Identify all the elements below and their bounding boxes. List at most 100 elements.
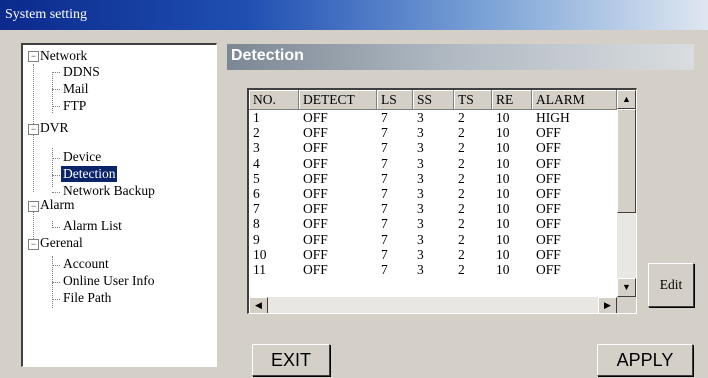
collapse-alarm-icon[interactable]: − <box>28 201 39 212</box>
detection-table[interactable]: NO. DETECT LS SS TS RE ALARM 1 OFF 7 3 2 10 HI… <box>247 88 637 314</box>
table-cell: 4 <box>253 155 260 171</box>
table-cell: OFF <box>303 170 328 186</box>
tree-connector <box>52 221 53 226</box>
table-cell: 10 <box>496 231 510 247</box>
tree-connector <box>52 148 53 187</box>
vertical-scrollbar[interactable]: ▲ ▼ <box>617 90 636 297</box>
table-cell: 10 <box>496 155 510 171</box>
column-header-no[interactable]: NO. <box>249 90 299 110</box>
table-cell: OFF <box>536 201 561 217</box>
horizontal-scrollbar[interactable]: ◀ ▶ <box>249 297 617 313</box>
scrollbar-corner <box>617 297 636 313</box>
collapse-network-icon[interactable]: − <box>28 51 39 62</box>
table-cell: OFF <box>536 262 561 277</box>
table-cell: 2 <box>458 262 465 277</box>
tree-node-alarm-list[interactable]: Alarm List <box>63 218 122 234</box>
scroll-left-icon[interactable]: ◀ <box>249 297 268 313</box>
tree-node-device[interactable]: Device <box>63 149 101 165</box>
table-cell: 7 <box>381 155 388 171</box>
table-row[interactable]: 4 OFF 7 3 2 10 OFF <box>249 155 617 171</box>
table-cell: 2 <box>458 170 465 186</box>
tree-node-detection[interactable]: Detection <box>61 166 118 182</box>
column-header-re[interactable]: RE <box>492 90 532 110</box>
collapse-dvr-icon[interactable]: − <box>28 124 39 135</box>
table-row[interactable]: 8 OFF 7 3 2 10 OFF <box>249 217 617 231</box>
tree-connector <box>52 299 60 300</box>
table-cell: OFF <box>303 140 328 156</box>
table-cell: OFF <box>303 216 328 232</box>
table-cell: OFF <box>536 186 561 201</box>
table-row[interactable]: 5 OFF 7 3 2 10 OFF <box>249 170 617 186</box>
table-cell: 7 <box>381 201 388 217</box>
column-header-ss[interactable]: SS <box>413 90 454 110</box>
tree-node-file-path[interactable]: File Path <box>63 290 111 306</box>
scroll-right-icon[interactable]: ▶ <box>598 297 617 313</box>
table-cell: 10 <box>253 246 267 262</box>
table-cell: 3 <box>417 186 424 201</box>
collapse-general-icon[interactable]: − <box>28 239 39 250</box>
table-row[interactable]: 3 OFF 7 3 2 10 OFF <box>249 141 617 155</box>
tree-node-ddns[interactable]: DDNS <box>63 64 100 80</box>
table-row[interactable]: 1 OFF 7 3 2 10 HIGH <box>249 111 617 125</box>
tree-node-network[interactable]: Network <box>40 48 87 64</box>
tree-node-mail[interactable]: Mail <box>63 81 89 97</box>
table-cell: 2 <box>458 231 465 247</box>
table-cell: 3 <box>417 231 424 247</box>
table-cell: 10 <box>496 201 510 217</box>
edit-button[interactable]: Edit <box>648 263 694 307</box>
table-cell: 7 <box>381 246 388 262</box>
table-cell: OFF <box>536 140 561 156</box>
table-cell: 2 <box>458 216 465 232</box>
table-cell: OFF <box>303 155 328 171</box>
panel-header: Detection <box>227 44 694 70</box>
tree-node-account[interactable]: Account <box>63 256 109 272</box>
vertical-scroll-thumb[interactable] <box>617 109 636 213</box>
table-cell: 1 <box>253 110 260 125</box>
table-row[interactable]: 6 OFF 7 3 2 10 OFF <box>249 187 617 201</box>
tree-node-ftp[interactable]: FTP <box>63 98 86 114</box>
column-header-alarm[interactable]: ALARM <box>532 90 617 110</box>
tree-node-alarm[interactable]: Alarm <box>40 197 75 213</box>
tree-connector <box>52 265 60 266</box>
scroll-up-icon[interactable]: ▲ <box>617 90 636 109</box>
table-cell: 7 <box>381 262 388 277</box>
table-cell: 2 <box>458 186 465 201</box>
apply-button[interactable]: APPLY <box>597 344 693 376</box>
column-header-ts[interactable]: TS <box>454 90 492 110</box>
tree-node-network-backup[interactable]: Network Backup <box>63 183 155 199</box>
table-cell: OFF <box>303 201 328 217</box>
table-cell: OFF <box>536 216 561 232</box>
tree-connector <box>52 106 60 107</box>
table-row[interactable]: 2 OFF 7 3 2 10 OFF <box>249 126 617 140</box>
table-row[interactable]: 10 OFF 7 3 2 10 OFF <box>249 246 617 262</box>
table-cell: OFF <box>303 125 328 141</box>
table-row[interactable]: 11 OFF 7 3 2 10 OFF <box>249 263 617 277</box>
tree-node-online-user-info[interactable]: Online User Info <box>63 273 154 289</box>
tree-connector <box>52 74 53 113</box>
panel-title: Detection <box>231 47 304 64</box>
tree-connector <box>52 282 60 283</box>
table-cell: 2 <box>458 201 465 217</box>
exit-button[interactable]: EXIT <box>252 344 330 376</box>
table-cell: OFF <box>303 262 328 277</box>
tree-node-general[interactable]: Gerenal <box>40 235 83 251</box>
table-cell: 10 <box>496 110 510 125</box>
table-row[interactable]: 9 OFF 7 3 2 10 OFF <box>249 231 617 247</box>
table-cell: 3 <box>417 110 424 125</box>
table-cell: OFF <box>536 170 561 186</box>
tree-node-dvr[interactable]: DVR <box>40 120 69 136</box>
scroll-down-icon[interactable]: ▼ <box>617 278 636 297</box>
table-cell: 2 <box>458 110 465 125</box>
table-cell: 3 <box>253 140 260 156</box>
table-cell: OFF <box>303 246 328 262</box>
table-cell: 10 <box>496 140 510 156</box>
table-cell: 2 <box>458 246 465 262</box>
table-row[interactable]: 7 OFF 7 3 2 10 OFF <box>249 202 617 216</box>
column-header-detect[interactable]: DETECT <box>299 90 377 110</box>
table-cell: 3 <box>417 170 424 186</box>
table-cell: 6 <box>253 186 260 201</box>
tree-connector <box>52 227 60 228</box>
column-header-ls[interactable]: LS <box>377 90 413 110</box>
table-cell: 3 <box>417 246 424 262</box>
table-cell: 10 <box>496 246 510 262</box>
